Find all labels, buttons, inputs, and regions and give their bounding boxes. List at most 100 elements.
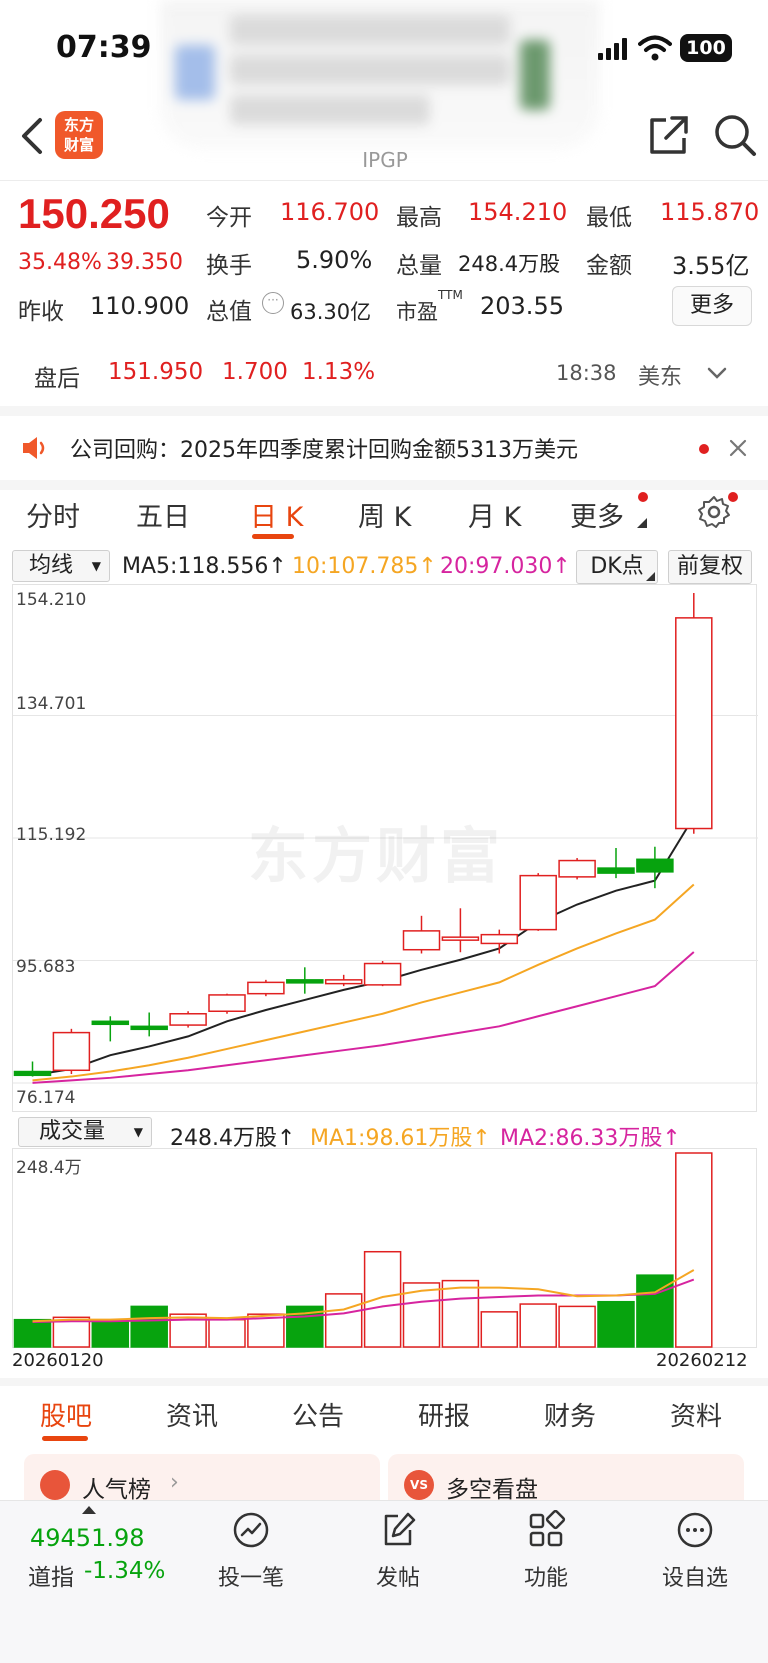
tab-profile[interactable]: 资料 — [670, 1396, 722, 1433]
nav-post-label: 发帖 — [375, 1566, 420, 1591]
candle-body — [597, 867, 635, 874]
tab-more[interactable]: 更多 — [570, 495, 624, 534]
candle-body — [675, 617, 713, 830]
pe-label: 市盈 — [396, 300, 438, 324]
high-label: 最高 — [396, 205, 442, 231]
after-hours-price: 151.950 — [108, 359, 204, 385]
tab-financials[interactable]: 财务 — [544, 1396, 596, 1433]
tab-more-dot — [638, 492, 648, 502]
y-tick-label: 134.701 — [16, 694, 87, 714]
cellular-signal-icon — [598, 38, 627, 60]
amount-value: 3.55亿 — [672, 252, 750, 280]
vs-icon: VS — [404, 1470, 434, 1500]
volume-svg[interactable] — [13, 1149, 758, 1349]
dk-point-label: DK点 — [590, 554, 644, 579]
tab-research[interactable]: 研报 — [418, 1396, 470, 1433]
volume-bar — [597, 1300, 635, 1348]
more-quote-button[interactable]: 更多 — [672, 286, 752, 326]
candle-body — [13, 1070, 52, 1077]
popularity-card[interactable]: 人气榜 › — [24, 1454, 380, 1501]
candle-body — [636, 858, 674, 873]
candle-body — [208, 994, 246, 1013]
candle-body — [130, 1025, 168, 1031]
chevron-right-icon: › — [170, 1470, 179, 1495]
high-value: 154.210 — [468, 198, 568, 226]
tab-news[interactable]: 资讯 — [166, 1396, 218, 1433]
dk-point-button[interactable]: DK点 — [576, 550, 658, 584]
mktcap-label: 总值 — [206, 299, 252, 325]
y-tick-label: 76.174 — [16, 1088, 76, 1108]
ma-select[interactable]: 均线 ▼ — [12, 550, 110, 582]
ma-select-label: 均线 — [29, 553, 74, 578]
tab-forum[interactable]: 股吧 — [40, 1396, 92, 1433]
ma5-value: MA5:118.556↑ — [122, 554, 287, 579]
tab-daily-k[interactable]: 日 K — [250, 495, 303, 534]
bull-bear-card-title: 多空看盘 — [446, 1477, 538, 1501]
nav-watchlist[interactable]: 设自选 — [640, 1510, 750, 1592]
volume-bar — [208, 1318, 246, 1348]
chevron-down-icon[interactable] — [706, 365, 728, 381]
volume-max-label: 248.4万 — [16, 1158, 82, 1178]
y-tick-label: 95.683 — [16, 957, 76, 977]
section-divider — [0, 406, 768, 416]
candle-body — [558, 859, 596, 878]
trend-icon — [233, 1512, 269, 1548]
volume-bar — [13, 1318, 52, 1348]
tab-weekly-k[interactable]: 周 K — [358, 495, 411, 534]
volume-bar — [130, 1305, 168, 1348]
search-button[interactable] — [712, 112, 758, 158]
bull-bear-card[interactable]: VS 多空看盘 — [388, 1454, 744, 1501]
prev-close-value: 110.900 — [90, 292, 190, 320]
nav-post[interactable]: 发帖 — [343, 1510, 453, 1592]
active-tab-indicator — [252, 534, 294, 539]
after-hours-row[interactable]: 盘后 151.950 1.700 1.13% 18:38 美东 — [0, 345, 768, 401]
prev-close-label: 昨收 — [18, 299, 64, 325]
triangle-down-icon: ▼ — [133, 1125, 143, 1139]
tab-monthly-k[interactable]: 月 K — [468, 495, 521, 534]
logo-text-bottom: 财富 — [63, 136, 94, 154]
notification-banner[interactable] — [160, 0, 600, 150]
chart-icon — [40, 1470, 70, 1500]
adjust-button[interactable]: 前复权 — [668, 550, 752, 584]
turnover-label: 换手 — [206, 253, 252, 279]
tab-announcements[interactable]: 公告 — [292, 1396, 344, 1433]
nav-functions[interactable]: 功能 — [491, 1509, 601, 1592]
start-date-label: 20260120 — [12, 1350, 104, 1371]
app-logo: 东方 财富 — [55, 111, 103, 159]
cards-strip: 人气榜 › VS 多空看盘 — [0, 1446, 768, 1501]
index-change: -1.34% — [84, 1558, 166, 1584]
nav-invest-label: 投一笔 — [217, 1566, 284, 1591]
share-button[interactable] — [646, 114, 690, 158]
more-dots-icon — [677, 1512, 713, 1548]
battery-indicator: 100 — [680, 34, 732, 62]
index-value[interactable]: 49451.98 — [30, 1524, 145, 1552]
close-icon[interactable] — [728, 438, 748, 458]
ma10-value: 10:107.785↑ — [292, 554, 437, 579]
watermark: 东方财富 — [248, 822, 504, 892]
edit-icon — [384, 1512, 416, 1546]
after-hours-market: 美东 — [638, 365, 683, 390]
candle-body — [247, 981, 285, 995]
header-divider — [0, 180, 768, 181]
tab-five-day[interactable]: 五日 — [136, 495, 190, 534]
tab-intraday[interactable]: 分时 — [26, 495, 80, 534]
corner-icon — [646, 572, 655, 581]
wifi-icon — [638, 35, 672, 61]
info-icon[interactable]: ··· — [262, 292, 284, 314]
after-hours-change: 1.700 — [222, 359, 288, 385]
turnover-value: 5.90% — [296, 246, 373, 274]
back-button[interactable] — [14, 112, 54, 160]
news-text: 公司回购：2025年四季度累计回购金额5313万美元 — [70, 438, 578, 463]
section-divider — [0, 1378, 768, 1386]
news-ticker[interactable]: 公司回购：2025年四季度累计回购金额5313万美元 — [0, 416, 768, 480]
candle-body — [169, 1013, 207, 1026]
candle-body — [91, 1020, 130, 1026]
volume-select[interactable]: 成交量 ▼ — [18, 1117, 152, 1147]
popularity-card-title: 人气榜 — [82, 1477, 151, 1501]
after-hours-label: 盘后 — [34, 366, 80, 392]
settings-gear-icon[interactable] — [696, 494, 732, 530]
candle-body — [286, 979, 324, 984]
nav-invest[interactable]: 投一笔 — [196, 1510, 306, 1592]
settings-dot — [728, 492, 738, 502]
volume-chart[interactable] — [12, 1148, 757, 1348]
